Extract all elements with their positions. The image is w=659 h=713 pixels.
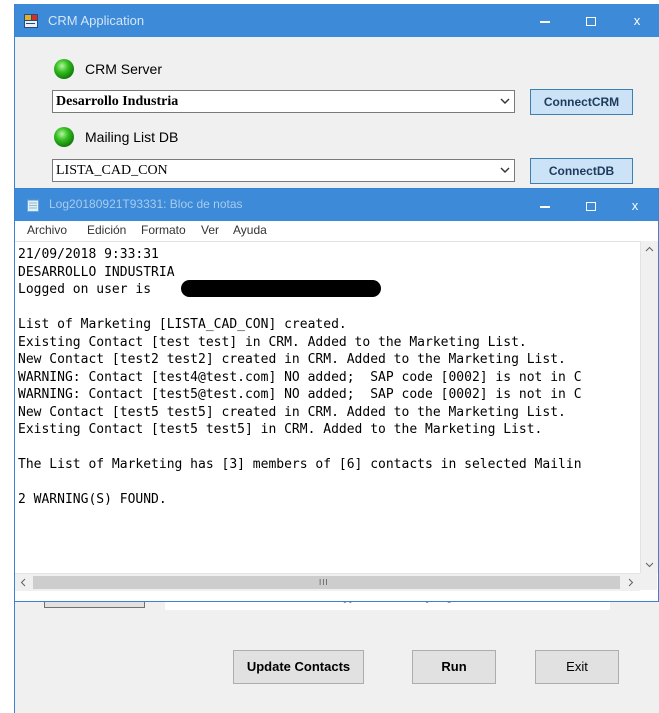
mailing-db-status-icon bbox=[54, 127, 74, 147]
connect-db-button[interactable]: ConnectDB bbox=[530, 158, 633, 184]
mailing-db-select[interactable]: LISTA_CAD_CON bbox=[52, 159, 515, 182]
maximize-icon bbox=[586, 17, 596, 27]
horizontal-scroll-thumb[interactable]: III bbox=[33, 576, 620, 589]
mailing-db-value: LISTA_CAD_CON bbox=[56, 163, 168, 178]
notepad-maximize-button[interactable] bbox=[568, 189, 614, 222]
scroll-right-icon[interactable] bbox=[622, 574, 639, 591]
minimize-icon bbox=[540, 205, 550, 208]
notepad-text-area[interactable]: 21/09/2018 9:33:31 DESARROLLO INDUSTRIA … bbox=[15, 241, 640, 574]
connect-crm-button[interactable]: ConnectCRM bbox=[530, 89, 633, 115]
app-icon bbox=[24, 14, 38, 28]
notepad-menubar: Archivo Edición Formato Ver Ayuda bbox=[15, 221, 658, 240]
menu-ver[interactable]: Ver bbox=[201, 223, 219, 237]
menu-ayuda[interactable]: Ayuda bbox=[233, 223, 267, 237]
crm-server-status-icon bbox=[54, 59, 74, 79]
exit-button[interactable]: Exit bbox=[535, 650, 619, 684]
scroll-down-icon[interactable] bbox=[641, 556, 658, 573]
resize-grip[interactable] bbox=[640, 573, 657, 590]
update-contacts-button[interactable]: Update Contacts bbox=[233, 650, 364, 684]
window-title: CRM Application bbox=[48, 13, 145, 28]
scroll-up-icon[interactable] bbox=[641, 241, 658, 258]
vertical-scrollbar[interactable] bbox=[640, 241, 658, 573]
notepad-close-button[interactable]: x bbox=[612, 189, 658, 222]
crm-server-label: CRM Server bbox=[85, 61, 163, 77]
notepad-icon bbox=[27, 198, 39, 212]
crm-server-select[interactable]: Desarrollo Industria bbox=[52, 90, 515, 113]
menu-edicion[interactable]: Edición bbox=[87, 223, 126, 237]
minimize-button[interactable] bbox=[522, 4, 568, 37]
menu-archivo[interactable]: Archivo bbox=[27, 223, 67, 237]
crm-server-value: Desarrollo Industria bbox=[56, 94, 179, 109]
run-button[interactable]: Run bbox=[412, 650, 496, 684]
notepad-titlebar[interactable]: Log20180921T93331: Bloc de notas x bbox=[15, 189, 658, 221]
menu-formato[interactable]: Formato bbox=[141, 223, 186, 237]
minimize-icon bbox=[540, 20, 550, 23]
scroll-left-icon[interactable] bbox=[15, 574, 32, 591]
notepad-window: Log20180921T93331: Bloc de notas x Archi… bbox=[14, 188, 659, 602]
chevron-down-icon bbox=[500, 98, 510, 104]
scroll-grip: III bbox=[319, 578, 329, 587]
redacted-username bbox=[181, 280, 381, 297]
maximize-button[interactable] bbox=[568, 4, 614, 37]
maximize-icon bbox=[586, 202, 596, 212]
notepad-minimize-button[interactable] bbox=[522, 189, 568, 222]
close-icon: x bbox=[633, 13, 641, 28]
close-button[interactable]: x bbox=[614, 4, 659, 37]
close-icon: x bbox=[631, 198, 639, 213]
chevron-down-icon bbox=[500, 167, 510, 173]
notepad-title: Log20180921T93331: Bloc de notas bbox=[49, 197, 243, 211]
crm-titlebar[interactable]: CRM Application x bbox=[15, 4, 659, 37]
horizontal-scrollbar[interactable]: III bbox=[15, 573, 640, 591]
mailing-db-label: Mailing List DB bbox=[85, 129, 179, 145]
